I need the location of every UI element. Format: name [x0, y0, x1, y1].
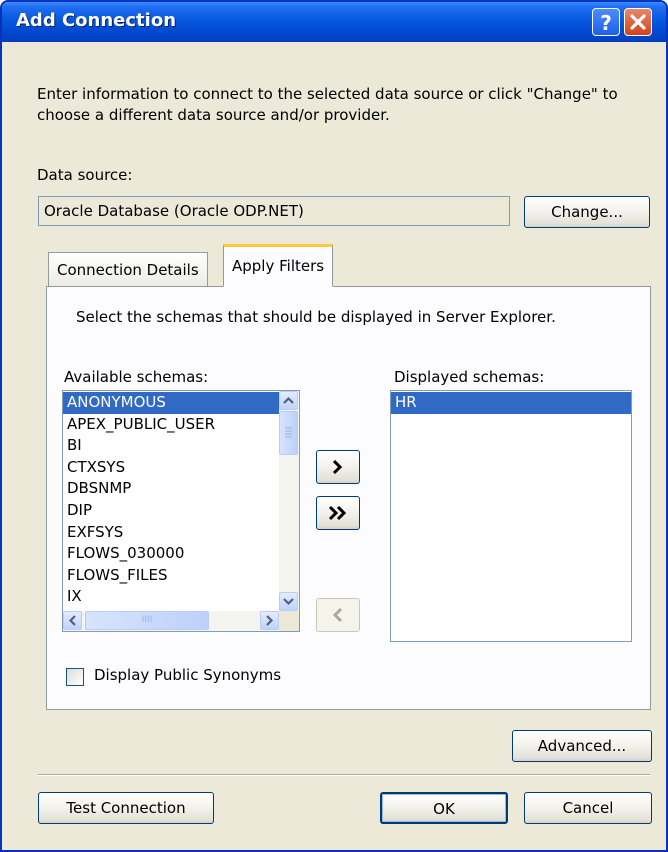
chevron-right-icon	[332, 459, 343, 475]
list-item[interactable]: IX	[63, 586, 279, 608]
svg-text:?: ?	[600, 11, 612, 35]
list-item[interactable]: DBSNMP	[63, 478, 279, 500]
list-item[interactable]: DIP	[63, 500, 279, 522]
data-source-field: Oracle Database (Oracle ODP.NET)	[38, 196, 510, 226]
list-item[interactable]: HR	[391, 392, 631, 414]
chevron-down-icon	[283, 598, 294, 606]
available-items: ANONYMOUS APEX_PUBLIC_USER BI CTXSYS DBS…	[63, 392, 279, 608]
list-item[interactable]: FLOWS_030000	[63, 543, 279, 565]
displayed-schemas-label: Displayed schemas:	[394, 368, 545, 386]
scroll-up-button[interactable]	[279, 391, 298, 410]
vertical-scroll-thumb[interactable]	[279, 411, 298, 455]
chevron-right-icon	[266, 615, 274, 626]
advanced-button[interactable]: Advanced...	[512, 730, 652, 762]
tab-apply-filters[interactable]: Apply Filters	[223, 244, 334, 287]
move-right-button[interactable]	[316, 450, 360, 484]
add-connection-dialog: Add Connection ? Enter information to co…	[0, 0, 668, 852]
close-button[interactable]	[624, 8, 652, 36]
grip-icon	[285, 427, 292, 438]
available-schemas-label: Available schemas:	[64, 368, 209, 386]
close-icon	[630, 14, 646, 30]
list-item[interactable]: APEX_PUBLIC_USER	[63, 414, 279, 436]
filters-instruction: Select the schemas that should be displa…	[76, 308, 556, 326]
horizontal-scroll-thumb[interactable]: IIII	[85, 611, 209, 630]
chevron-up-icon	[283, 396, 294, 404]
list-item[interactable]: FLOWS_FILES	[63, 565, 279, 587]
list-item[interactable]: EXFSYS	[63, 522, 279, 544]
data-source-label: Data source:	[37, 166, 133, 184]
chevron-left-icon	[68, 615, 76, 626]
list-item[interactable]: CTXSYS	[63, 457, 279, 479]
ok-button[interactable]: OK	[380, 792, 508, 824]
displayed-schemas-list[interactable]: HR	[390, 390, 632, 642]
list-item[interactable]: BI	[63, 435, 279, 457]
separator	[38, 774, 650, 776]
test-connection-button[interactable]: Test Connection	[38, 792, 214, 824]
horizontal-scrollbar[interactable]: IIII	[63, 611, 279, 631]
display-public-synonyms-checkbox[interactable]	[66, 668, 84, 686]
cancel-button[interactable]: Cancel	[524, 792, 652, 824]
list-item[interactable]: ANONYMOUS	[63, 392, 279, 414]
title-bar[interactable]: Add Connection ?	[2, 2, 666, 42]
available-schemas-list[interactable]: ANONYMOUS APEX_PUBLIC_USER BI CTXSYS DBS…	[62, 390, 300, 632]
window-title: Add Connection	[16, 10, 177, 31]
scroll-right-button[interactable]	[260, 611, 279, 630]
scroll-left-button[interactable]	[63, 611, 82, 630]
double-chevron-right-icon	[328, 505, 347, 521]
move-all-right-button[interactable]	[316, 496, 360, 530]
help-button[interactable]: ?	[592, 8, 620, 36]
vertical-scrollbar[interactable]	[279, 391, 299, 611]
intro-text: Enter information to connect to the sele…	[37, 85, 618, 124]
move-left-button[interactable]	[316, 598, 360, 632]
change-button[interactable]: Change...	[524, 196, 650, 228]
scrollbar-corner	[279, 611, 299, 631]
tab-connection-details[interactable]: Connection Details	[48, 252, 208, 286]
displayed-items: HR	[391, 392, 631, 414]
scroll-down-button[interactable]	[279, 592, 298, 611]
display-public-synonyms-label: Display Public Synonyms	[94, 666, 282, 684]
chevron-left-icon	[332, 607, 343, 623]
help-icon: ?	[600, 11, 612, 35]
